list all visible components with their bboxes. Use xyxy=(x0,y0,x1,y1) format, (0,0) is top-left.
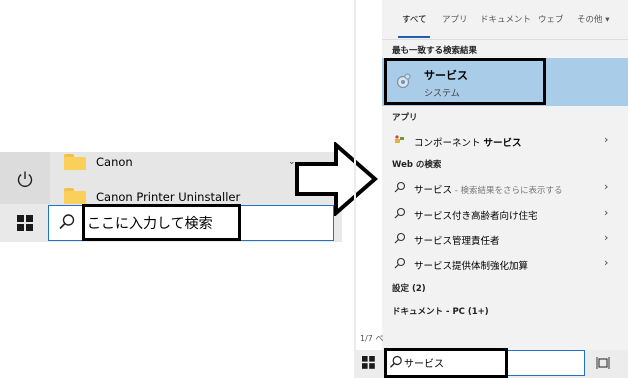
app-item-label-bold: サービス xyxy=(483,138,522,149)
component-services-icon xyxy=(395,135,404,143)
search-icon xyxy=(394,232,406,244)
chevron-right-icon[interactable]: › xyxy=(604,206,608,219)
app-item-canon-printer-uninstaller[interactable]: Canon Printer Uninstaller xyxy=(96,190,240,204)
web-result-label: サービス xyxy=(414,185,453,196)
app-item-label: コンポーネント xyxy=(414,138,484,149)
app-item-canon[interactable]: Canon xyxy=(96,155,133,169)
tab-documents[interactable]: ドキュメント xyxy=(480,13,531,25)
highlight-box xyxy=(384,58,546,105)
search-icon xyxy=(59,214,75,230)
screenshot-stage: Canon ⌄ Canon Printer Uninstaller ここに入力し… xyxy=(0,0,628,378)
chevron-right-icon[interactable]: › xyxy=(604,133,608,146)
web-search-header: Web の検索 xyxy=(392,160,442,170)
highlight-box xyxy=(82,204,241,241)
active-tab-indicator xyxy=(398,36,430,38)
search-icon xyxy=(394,207,406,219)
right-arrow-icon xyxy=(295,142,378,216)
web-result-suffix: - 検索結果をさらに表示する xyxy=(452,186,563,196)
tab-web[interactable]: ウェブ xyxy=(538,13,564,25)
tab-more[interactable]: その他 ▾ xyxy=(577,13,609,25)
app-item-component-services[interactable]: コンポーネント サービス xyxy=(414,135,522,149)
web-result-1[interactable]: サービス - 検索結果をさらに表示する xyxy=(414,182,563,196)
divider xyxy=(382,39,628,40)
tab-apps[interactable]: アプリ xyxy=(442,13,468,25)
settings-header[interactable]: 設定 (2) xyxy=(392,282,426,294)
highlight-box xyxy=(384,348,508,378)
task-view-icon[interactable] xyxy=(596,356,610,370)
power-icon[interactable] xyxy=(16,170,34,188)
page-indicator: 1/7 ペ xyxy=(360,334,384,343)
documents-header[interactable]: ドキュメント - PC (1+) xyxy=(392,305,489,317)
chevron-right-icon[interactable]: › xyxy=(604,231,608,244)
folder-icon xyxy=(64,154,86,170)
chevron-right-icon[interactable]: › xyxy=(604,256,608,269)
web-result-2[interactable]: サービス付き高齢者向け住宅 xyxy=(414,208,538,222)
tab-all[interactable]: すべて xyxy=(402,13,427,25)
folder-icon xyxy=(64,188,86,204)
windows-start-icon[interactable] xyxy=(17,215,33,231)
window-edge xyxy=(354,0,356,350)
web-result-3[interactable]: サービス管理責任者 xyxy=(414,233,500,247)
search-icon xyxy=(394,181,406,193)
chevron-right-icon[interactable]: › xyxy=(604,180,608,193)
best-match-header: 最も一致する検索結果 xyxy=(392,46,478,56)
apps-header: アプリ xyxy=(392,113,418,123)
windows-start-icon[interactable] xyxy=(362,356,375,369)
search-icon xyxy=(394,257,406,269)
web-result-4[interactable]: サービス提供体制強化加算 xyxy=(414,258,528,272)
